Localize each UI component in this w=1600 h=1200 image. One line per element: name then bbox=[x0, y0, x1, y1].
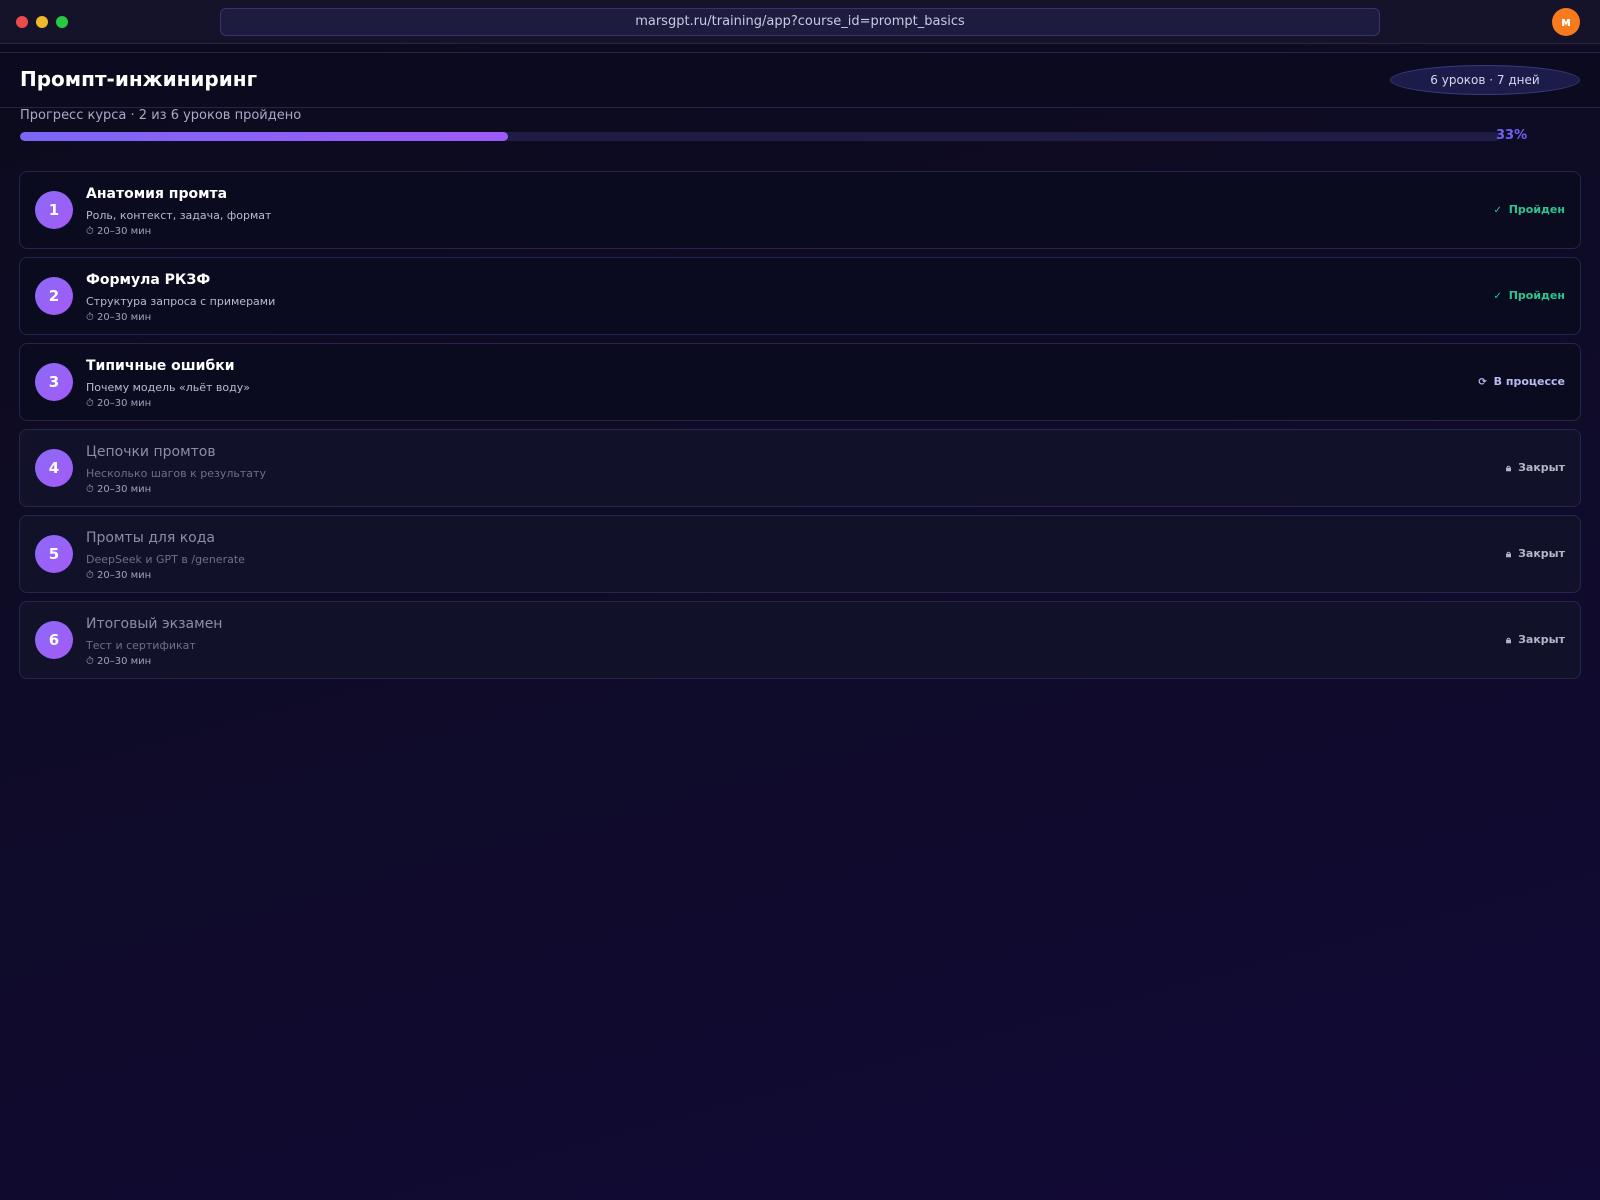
lesson-title: Типичные ошибки bbox=[86, 358, 235, 374]
lesson-card-2[interactable]: 2 Формула РКЗФ Структура запроса с приме… bbox=[19, 257, 1581, 335]
lesson-duration-text: 20–30 мин bbox=[97, 226, 152, 237]
lesson-status-label: В процессе bbox=[1493, 375, 1565, 388]
lesson-status: 🔒︎ Закрыт bbox=[1506, 547, 1565, 560]
lesson-card-3[interactable]: 3 Типичные ошибки Почему модель «льёт во… bbox=[19, 343, 1581, 421]
lesson-duration-text: 20–30 мин bbox=[97, 656, 152, 667]
lesson-duration-text: 20–30 мин bbox=[97, 398, 152, 409]
lesson-number-badge: 2 bbox=[35, 277, 73, 315]
lesson-status: 🔒︎ Закрыт bbox=[1506, 461, 1565, 474]
lesson-title: Анатомия промта bbox=[86, 186, 228, 202]
lesson-status-label: Пройден bbox=[1508, 203, 1565, 216]
lesson-title: Итоговый экзамен bbox=[86, 616, 223, 632]
lesson-number-badge: 6 bbox=[35, 621, 73, 659]
window-maximize-button[interactable] bbox=[56, 16, 68, 28]
lesson-number-badge: 1 bbox=[35, 191, 73, 229]
lesson-status: ✓ Пройден bbox=[1493, 289, 1565, 302]
lesson-duration-text: 20–30 мин bbox=[97, 312, 152, 323]
clock-icon: ⏱ bbox=[86, 656, 94, 667]
lesson-card-1[interactable]: 1 Анатомия промта Роль, контекст, задача… bbox=[19, 171, 1581, 249]
lesson-list: 1 Анатомия промта Роль, контекст, задача… bbox=[19, 171, 1581, 687]
clock-icon: ⏱ bbox=[86, 312, 94, 323]
lesson-title: Формула РКЗФ bbox=[86, 272, 211, 288]
lesson-card-5[interactable]: 5 Промты для кода DeepSeek и GPT в /gene… bbox=[19, 515, 1581, 593]
check-icon: ✓ bbox=[1493, 291, 1502, 302]
lesson-title: Промты для кода bbox=[86, 530, 215, 546]
course-header: Промпт-инжиниринг 6 уроков · 7 дней bbox=[0, 52, 1600, 108]
check-icon: ✓ bbox=[1493, 205, 1502, 216]
course-meta-badge: 6 уроков · 7 дней bbox=[1390, 65, 1580, 95]
lesson-duration: ⏱ 20–30 мин bbox=[86, 226, 151, 237]
refresh-icon: ⟳ bbox=[1478, 377, 1487, 388]
lesson-description: Структура запроса с примерами bbox=[86, 295, 276, 308]
lesson-status: ✓ Пройден bbox=[1493, 203, 1565, 216]
lesson-status-label: Закрыт bbox=[1518, 633, 1565, 646]
progress-label: Прогресс курса · 2 из 6 уроков пройдено bbox=[20, 108, 302, 123]
lesson-duration-text: 20–30 мин bbox=[97, 570, 152, 581]
lesson-status-label: Пройден bbox=[1508, 289, 1565, 302]
clock-icon: ⏱ bbox=[86, 226, 94, 237]
lesson-description: Роль, контекст, задача, формат bbox=[86, 209, 272, 222]
lesson-number-badge: 5 bbox=[35, 535, 73, 573]
lesson-card-4[interactable]: 4 Цепочки промтов Несколько шагов к резу… bbox=[19, 429, 1581, 507]
browser-toolbar: marsgpt.ru/training/app?course_id=prompt… bbox=[0, 0, 1600, 44]
lesson-status-label: Закрыт bbox=[1518, 547, 1565, 560]
lesson-number-badge: 3 bbox=[35, 363, 73, 401]
lesson-description: DeepSeek и GPT в /generate bbox=[86, 553, 245, 566]
clock-icon: ⏱ bbox=[86, 484, 94, 495]
lesson-title: Цепочки промтов bbox=[86, 444, 216, 460]
progress-bar bbox=[20, 132, 1500, 141]
lesson-number-badge: 4 bbox=[35, 449, 73, 487]
window-close-button[interactable] bbox=[16, 16, 28, 28]
lesson-status: 🔒︎ Закрыт bbox=[1506, 633, 1565, 646]
lesson-duration-text: 20–30 мин bbox=[97, 484, 152, 495]
progress-percent: 33% bbox=[1496, 128, 1528, 143]
clock-icon: ⏱ bbox=[86, 570, 94, 581]
lesson-description: Несколько шагов к результату bbox=[86, 467, 266, 480]
clock-icon: ⏱ bbox=[86, 398, 94, 409]
lock-icon: 🔒︎ bbox=[1505, 549, 1512, 560]
avatar[interactable]: м bbox=[1552, 8, 1580, 36]
lesson-card-6[interactable]: 6 Итоговый экзамен Тест и сертификат ⏱ 2… bbox=[19, 601, 1581, 679]
lock-icon: 🔒︎ bbox=[1505, 463, 1512, 474]
lesson-status-label: Закрыт bbox=[1518, 461, 1565, 474]
window-minimize-button[interactable] bbox=[36, 16, 48, 28]
progress-bar-fill bbox=[20, 132, 509, 141]
lesson-description: Тест и сертификат bbox=[86, 639, 196, 652]
lesson-duration: ⏱ 20–30 мин bbox=[86, 570, 151, 581]
lesson-duration: ⏱ 20–30 мин bbox=[86, 484, 151, 495]
lesson-description: Почему модель «льёт воду» bbox=[86, 381, 250, 394]
lock-icon: 🔒︎ bbox=[1505, 635, 1512, 646]
lesson-status: ⟳ В процессе bbox=[1478, 375, 1565, 388]
page-title: Промпт-инжиниринг bbox=[20, 67, 258, 91]
lesson-duration: ⏱ 20–30 мин bbox=[86, 398, 151, 409]
lesson-duration: ⏱ 20–30 мин bbox=[86, 312, 151, 323]
lesson-duration: ⏱ 20–30 мин bbox=[86, 656, 151, 667]
address-bar[interactable]: marsgpt.ru/training/app?course_id=prompt… bbox=[220, 8, 1380, 36]
